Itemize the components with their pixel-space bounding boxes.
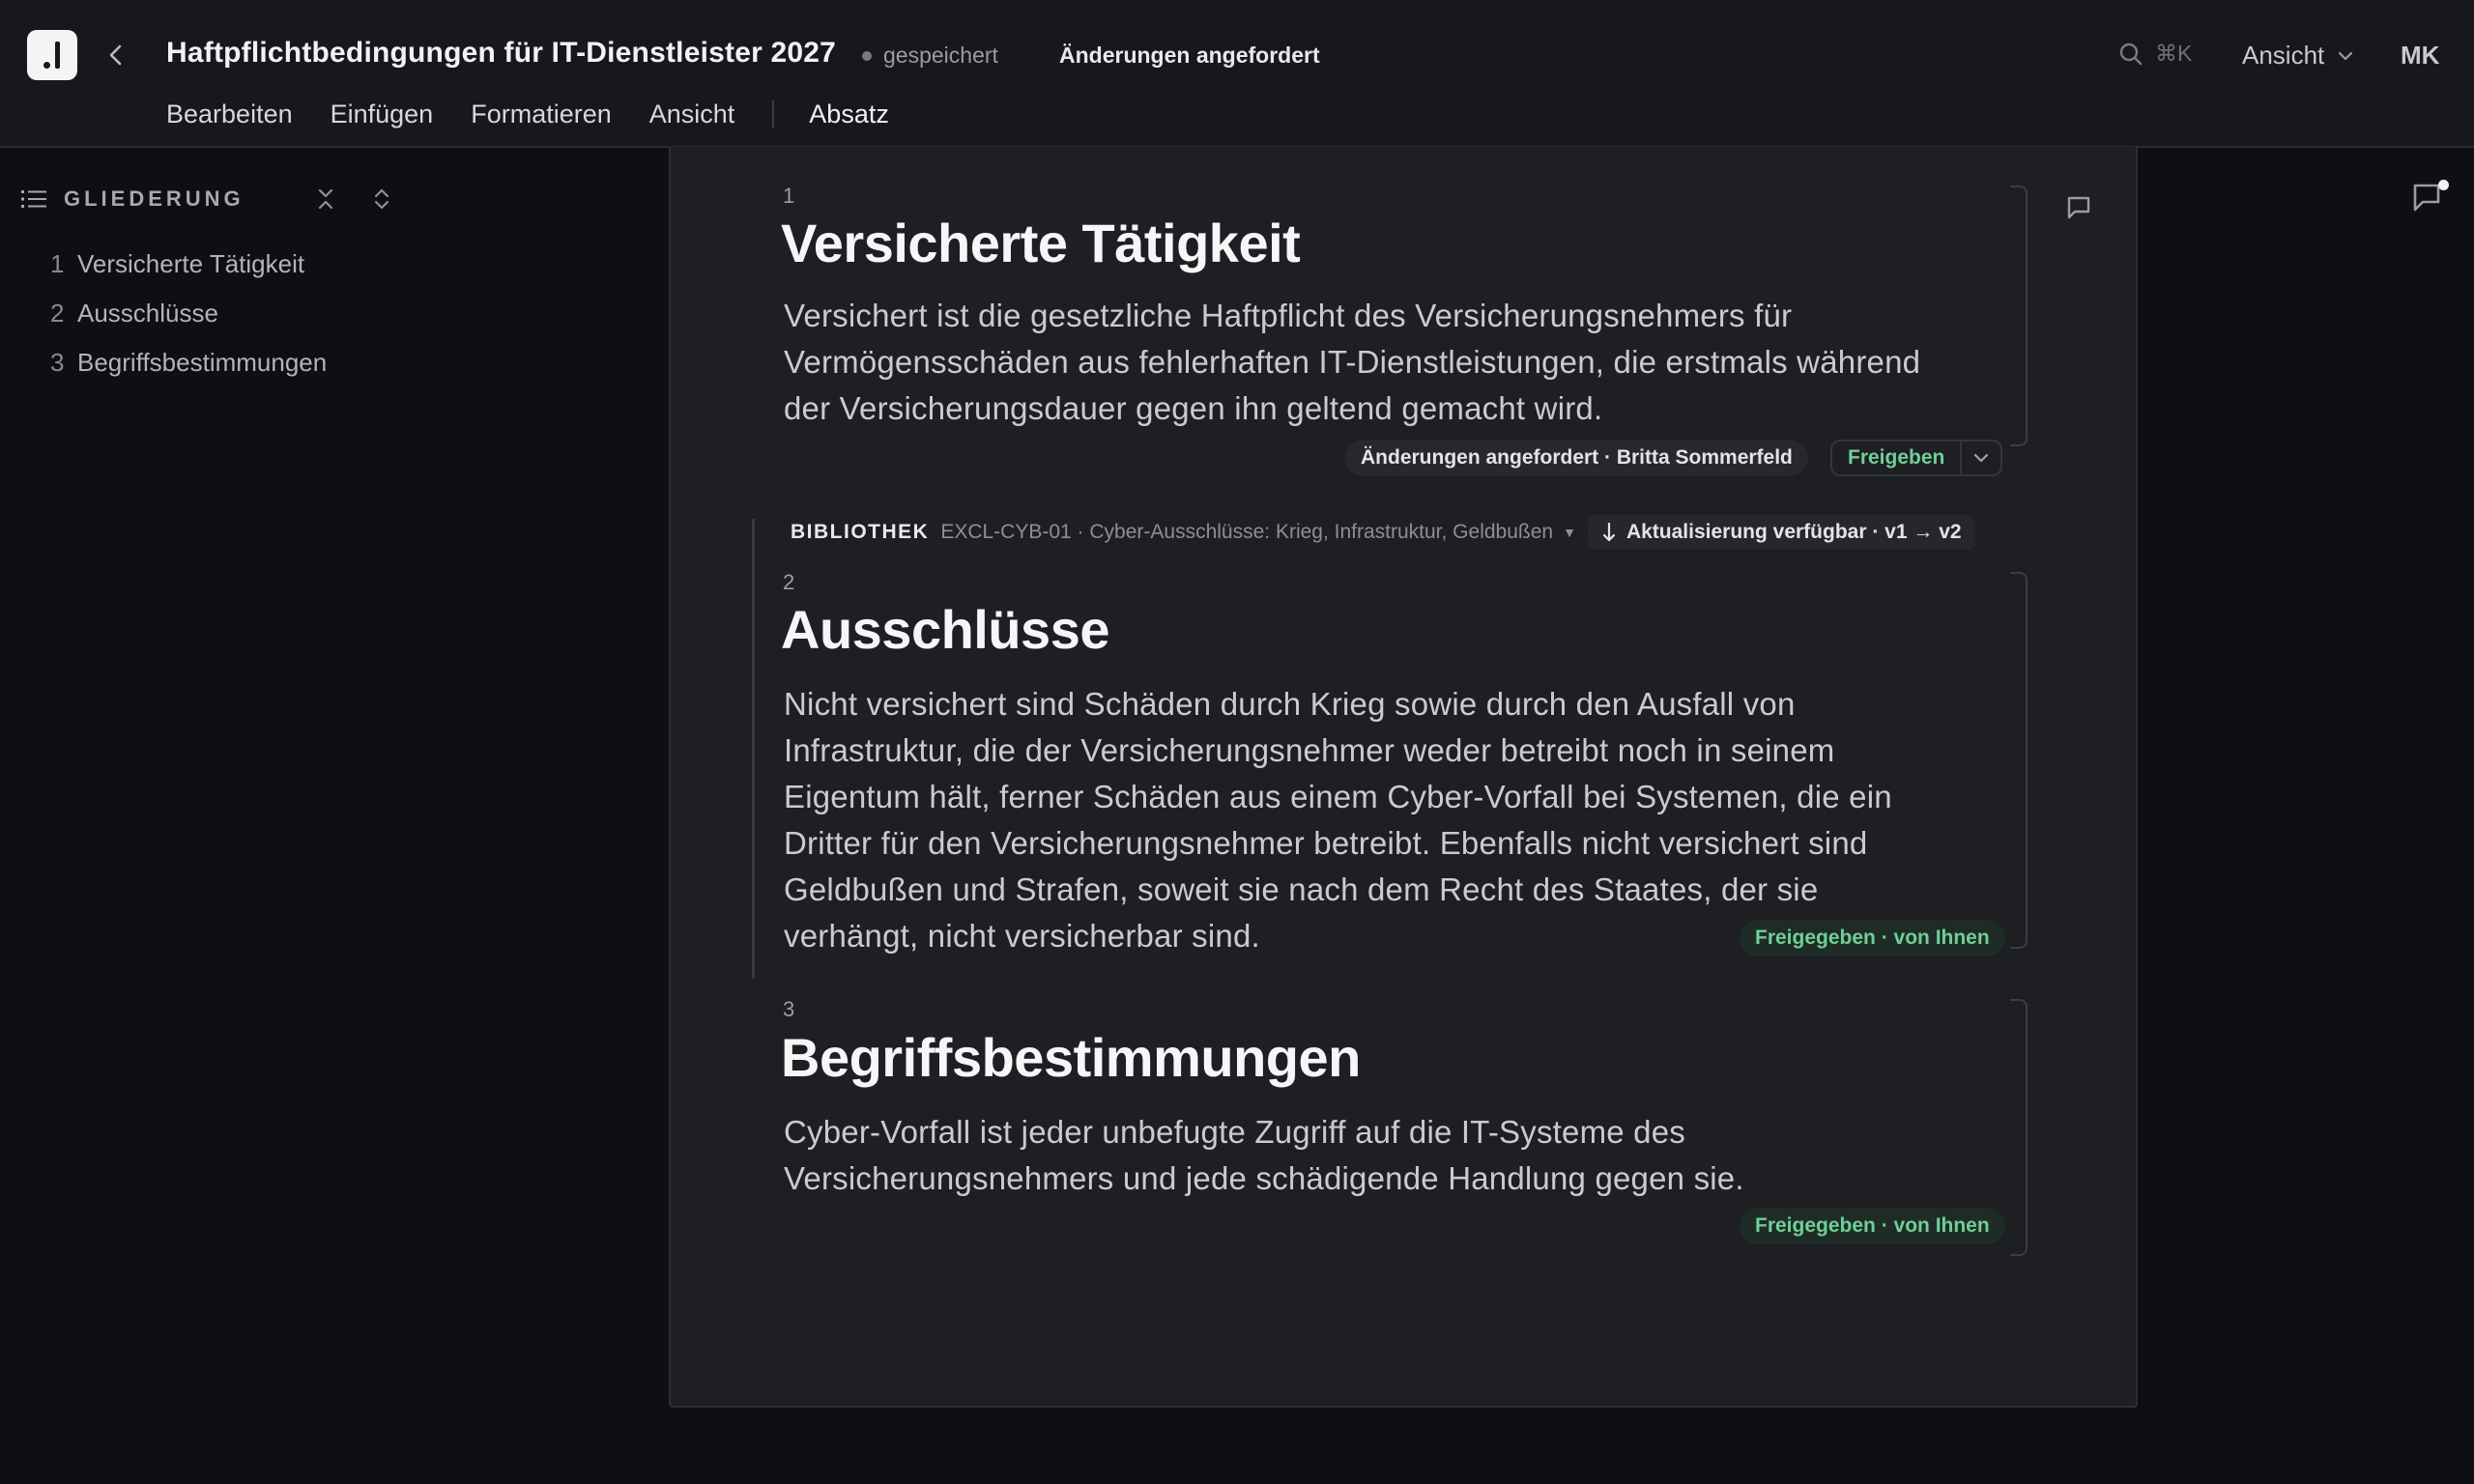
comments-panel-button[interactable] <box>2410 180 2449 218</box>
outline-item-number: 2 <box>50 299 65 328</box>
search-icon <box>2119 43 2143 65</box>
chevron-down-icon <box>1974 453 1989 463</box>
menu-item-edit[interactable]: Bearbeiten <box>166 100 293 129</box>
document-page: 1 Versicherte Tätigkeit Versichert ist d… <box>669 147 2138 1408</box>
menu-bar: Bearbeiten Einfügen Formatieren Ansicht … <box>166 99 889 129</box>
top-bar: Haftpflichtbedingungen für IT-Dienstleis… <box>0 0 2474 148</box>
menu-item-view[interactable]: Ansicht <box>649 100 735 129</box>
menu-item-insert[interactable]: Einfügen <box>331 100 434 129</box>
add-comment-button[interactable] <box>2062 191 2095 224</box>
notification-dot <box>2438 180 2449 190</box>
section-number: 3 <box>783 997 795 1021</box>
section-heading[interactable]: Begriffsbestimmungen <box>781 1026 1361 1089</box>
library-reference-row: BIBLIOTHEK EXCL-CYB-01 · Cyber-Ausschlüs… <box>791 515 1975 550</box>
outline-item-label: Versicherte Tätigkeit <box>77 249 305 278</box>
save-status: gespeichert <box>862 43 998 69</box>
view-menu-label: Ansicht <box>2242 41 2325 70</box>
user-avatar[interactable]: MK <box>2401 41 2439 71</box>
approved-status-chip[interactable]: Freigegeben · von Ihnen <box>1740 920 2005 956</box>
search-shortcut: ⌘K <box>2155 41 2193 66</box>
chevron-left-icon <box>109 44 122 66</box>
approve-options-button[interactable] <box>1960 442 2000 474</box>
outline-item[interactable]: 3 Begriffsbestimmungen <box>50 348 327 397</box>
collapse-icon <box>318 188 333 210</box>
save-status-label: gespeichert <box>883 43 998 68</box>
section-bracket <box>2010 572 2028 949</box>
outline-sidebar: GLIEDERUNG 1 Versicherte Tätigkeit 2 Aus… <box>0 150 411 1484</box>
chevron-down-icon <box>2339 51 2353 60</box>
outline-item[interactable]: 1 Versicherte Tätigkeit <box>50 249 327 299</box>
arrow-down-icon <box>1602 522 1616 542</box>
outline-header: GLIEDERUNG <box>21 183 408 215</box>
menu-divider <box>772 100 775 128</box>
review-status-chip[interactable]: Änderungen angefordert · Britta Sommerfe… <box>1345 440 1808 476</box>
approve-split-button: Freigeben <box>1830 440 2003 476</box>
search-button[interactable]: ⌘K <box>2118 41 2192 67</box>
back-button[interactable] <box>101 37 131 73</box>
outline-item-label: Ausschlüsse <box>77 299 218 328</box>
outline-list: 1 Versicherte Tätigkeit 2 Ausschlüsse 3 … <box>50 249 327 397</box>
outline-item[interactable]: 2 Ausschlüsse <box>50 299 327 348</box>
document-title[interactable]: Haftpflichtbedingungen für IT-Dienstleis… <box>166 37 836 70</box>
section-number: 1 <box>783 184 795 208</box>
app-logo[interactable] <box>27 30 77 80</box>
expand-all-button[interactable] <box>367 185 396 214</box>
update-available-button[interactable]: Aktualisierung verfügbar · v1 → v2 <box>1587 515 1975 550</box>
library-tag: BIBLIOTHEK <box>791 521 930 543</box>
section-bracket <box>2010 186 2028 446</box>
approved-status-chip[interactable]: Freigegeben · von Ihnen <box>1740 1208 2005 1244</box>
approve-button[interactable]: Freigeben <box>1832 442 1960 474</box>
section-body[interactable]: Versichert ist die gesetzliche Haftpflic… <box>784 293 1953 432</box>
status-dot-icon <box>862 50 872 61</box>
section-body[interactable]: Nicht versichert sind Schäden durch Krie… <box>784 681 1953 959</box>
outline-item-number: 3 <box>50 348 65 377</box>
menu-item-format[interactable]: Formatieren <box>471 100 612 129</box>
comment-icon <box>2067 196 2090 219</box>
expand-icon <box>374 188 389 210</box>
collapse-all-button[interactable] <box>311 185 340 214</box>
library-block-indicator <box>752 519 755 979</box>
outline-item-label: Begriffsbestimmungen <box>77 348 328 377</box>
section-number: 2 <box>783 570 795 594</box>
paragraph-style-select[interactable]: Absatz <box>809 100 889 129</box>
library-reference[interactable]: EXCL-CYB-01 · Cyber-Ausschlüsse: Krieg, … <box>940 521 1553 544</box>
section-heading[interactable]: Ausschlüsse <box>781 598 1110 661</box>
section-heading[interactable]: Versicherte Tätigkeit <box>781 212 1301 274</box>
list-icon <box>21 190 46 208</box>
update-available-label: Aktualisierung verfügbar · v1 → v2 <box>1625 521 1962 543</box>
section-body[interactable]: Cyber-Vorfall ist jeder unbefugte Zugrif… <box>784 1109 1953 1202</box>
review-status-badge[interactable]: Änderungen angefordert <box>1059 43 1320 69</box>
outline-title: GLIEDERUNG <box>64 186 245 211</box>
caret-down-icon[interactable]: ▼ <box>1563 525 1576 540</box>
section-bracket <box>2010 999 2028 1256</box>
view-menu-button[interactable]: Ansicht <box>2242 41 2353 71</box>
outline-item-number: 1 <box>50 249 65 278</box>
